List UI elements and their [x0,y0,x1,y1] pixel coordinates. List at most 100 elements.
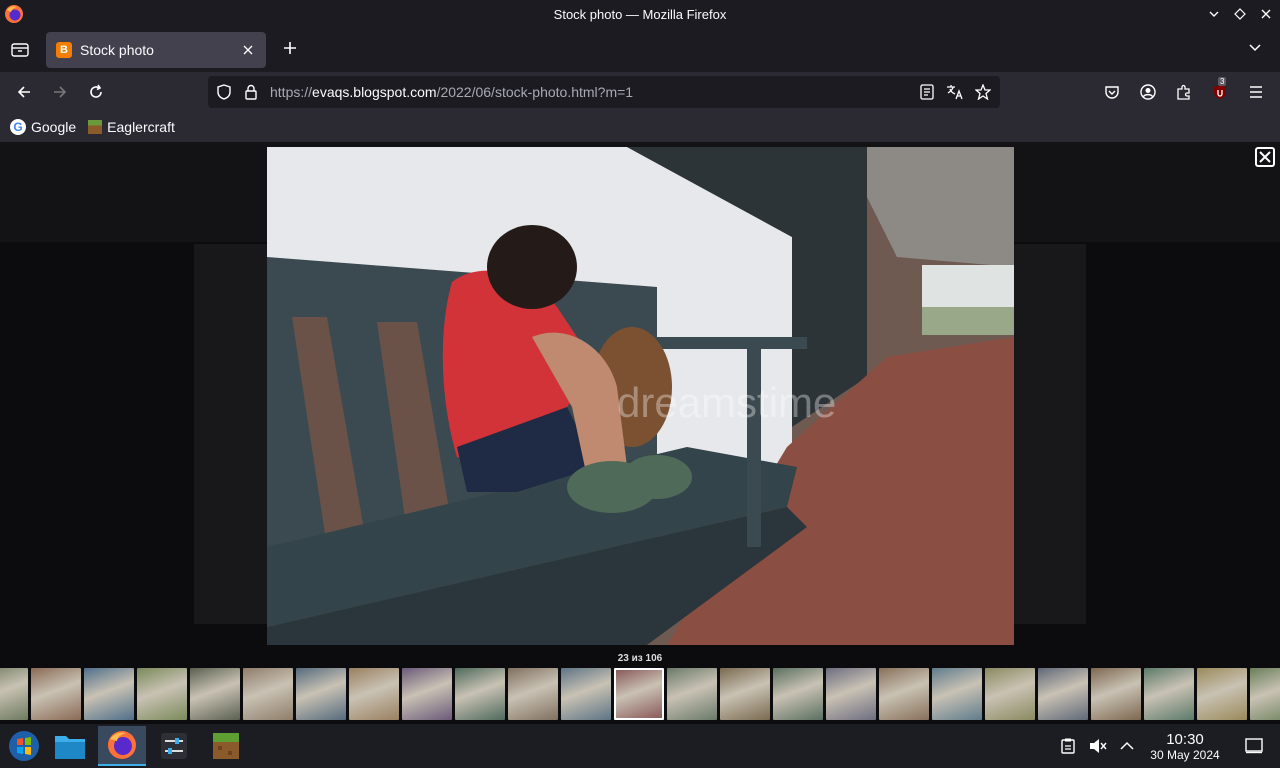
thumbnail[interactable] [1091,668,1141,720]
plus-icon [284,42,296,54]
lightbox-photo[interactable]: dreamstime [267,147,1014,645]
thumbnail[interactable] [932,668,982,720]
firefox-logo-icon [5,5,23,23]
firefox-view-icon [11,43,29,57]
thumbnail[interactable] [402,668,452,720]
reload-button[interactable] [84,80,108,104]
image-counter: 23 из 106 [617,653,663,664]
close-window-button[interactable] [1258,4,1274,24]
thumbnail[interactable] [561,668,611,720]
thumbnail[interactable] [455,668,505,720]
windows-logo-icon [9,731,39,761]
star-icon[interactable] [975,84,991,100]
thumbnail[interactable] [879,668,929,720]
thumbnail[interactable] [1144,668,1194,720]
new-tab-button[interactable] [280,40,300,60]
app-menu-button[interactable] [1244,80,1268,104]
thumbnail[interactable] [190,668,240,720]
thumbnail[interactable] [1038,668,1088,720]
thumbnail-active[interactable] [614,668,664,720]
tab-bar: B Stock photo [0,28,1280,72]
tab-close-button[interactable] [240,42,256,58]
thumbnail[interactable] [826,668,876,720]
extension-badge: 3 [1218,77,1227,86]
taskbar-minecraft[interactable] [202,726,250,766]
tab-stock-photo[interactable]: B Stock photo [46,32,266,68]
thumbnail[interactable] [84,668,134,720]
url-text[interactable]: https://evaqs.blogspot.com/2022/06/stock… [270,84,633,100]
clock-time: 10:30 [1166,731,1204,748]
thumbnail[interactable] [0,668,28,720]
thumbnail[interactable] [349,668,399,720]
grass-block-icon [88,120,103,134]
blogger-icon: B [56,42,72,58]
extensions-button[interactable] [1172,80,1196,104]
bookmarks-toolbar: G Google Eaglercraft [0,112,1280,142]
bookmark-google[interactable]: G Google [10,119,76,135]
reload-icon [90,84,102,98]
chevron-up-icon [1120,741,1134,750]
thumbnail-list [0,668,1280,720]
lock-icon[interactable] [244,84,258,100]
back-button[interactable] [12,80,36,104]
window-title: Stock photo — Mozilla Firefox [553,6,727,22]
minimize-button[interactable] [1206,4,1222,24]
maximize-button[interactable] [1232,4,1248,24]
pocket-button[interactable] [1100,80,1124,104]
close-icon [1261,9,1271,19]
shield-icon[interactable] [216,84,232,100]
watermark-text: dreamstime [617,379,836,426]
thumbnail[interactable] [296,668,346,720]
thumbnail[interactable] [773,668,823,720]
puzzle-icon [1177,84,1190,100]
clipboard-icon [1061,738,1075,754]
thumbnail[interactable] [508,668,558,720]
arrow-left-icon [17,86,30,98]
firefox-icon [108,731,136,759]
tab-title: Stock photo [80,42,154,58]
chevron-down-icon [1249,44,1261,52]
reader-view-icon[interactable] [920,84,934,100]
url-bar[interactable]: https://evaqs.blogspot.com/2022/06/stock… [208,76,1000,108]
account-button[interactable] [1136,80,1160,104]
url-domain: evaqs.blogspot.com [312,84,437,100]
thumbnail[interactable] [137,668,187,720]
show-desktop-button[interactable] [1244,736,1264,756]
volume-tray-button[interactable] [1088,736,1108,756]
firefox-view-button[interactable] [6,38,34,62]
folder-icon [55,736,85,759]
clock-date: 30 May 2024 [1150,748,1220,762]
close-icon [1259,151,1271,163]
thumbnail[interactable] [720,668,770,720]
close-icon [243,45,253,55]
speaker-muted-icon [1090,739,1107,753]
clipboard-tray-button[interactable] [1058,736,1078,756]
taskbar-file-manager[interactable] [46,726,94,766]
system-clock[interactable]: 10:30 30 May 2024 [1140,731,1230,763]
navigation-toolbar: https://evaqs.blogspot.com/2022/06/stock… [0,72,1280,112]
thumbnail[interactable] [243,668,293,720]
show-hidden-icons-button[interactable] [1117,736,1137,756]
diamond-icon [1234,8,1246,20]
thumbnail[interactable] [985,668,1035,720]
start-menu-button[interactable] [0,726,48,766]
list-all-tabs-button[interactable] [1248,40,1268,60]
ublock-button[interactable]: 3 [1208,77,1232,104]
taskbar-firefox[interactable] [98,726,146,766]
taskbar: 10:30 30 May 2024 [0,724,1280,768]
thumbnail[interactable] [667,668,717,720]
desktop-icon [1245,738,1263,754]
translate-icon[interactable] [946,84,964,100]
url-path: /2022/06/stock-photo.html?m=1 [436,84,634,100]
thumbnail[interactable] [1197,668,1247,720]
taskbar-settings[interactable] [150,726,198,766]
grass-block-icon [213,733,239,759]
close-viewer-button[interactable] [1255,147,1275,167]
pocket-icon [1105,86,1119,99]
bookmark-eaglercraft[interactable]: Eaglercraft [88,119,175,135]
thumbnail[interactable] [31,668,81,720]
thumbnail-strip: 23 из 106 [0,646,1280,724]
forward-button[interactable] [48,80,72,104]
thumbnail[interactable] [1250,668,1280,720]
sliders-icon [161,733,187,759]
